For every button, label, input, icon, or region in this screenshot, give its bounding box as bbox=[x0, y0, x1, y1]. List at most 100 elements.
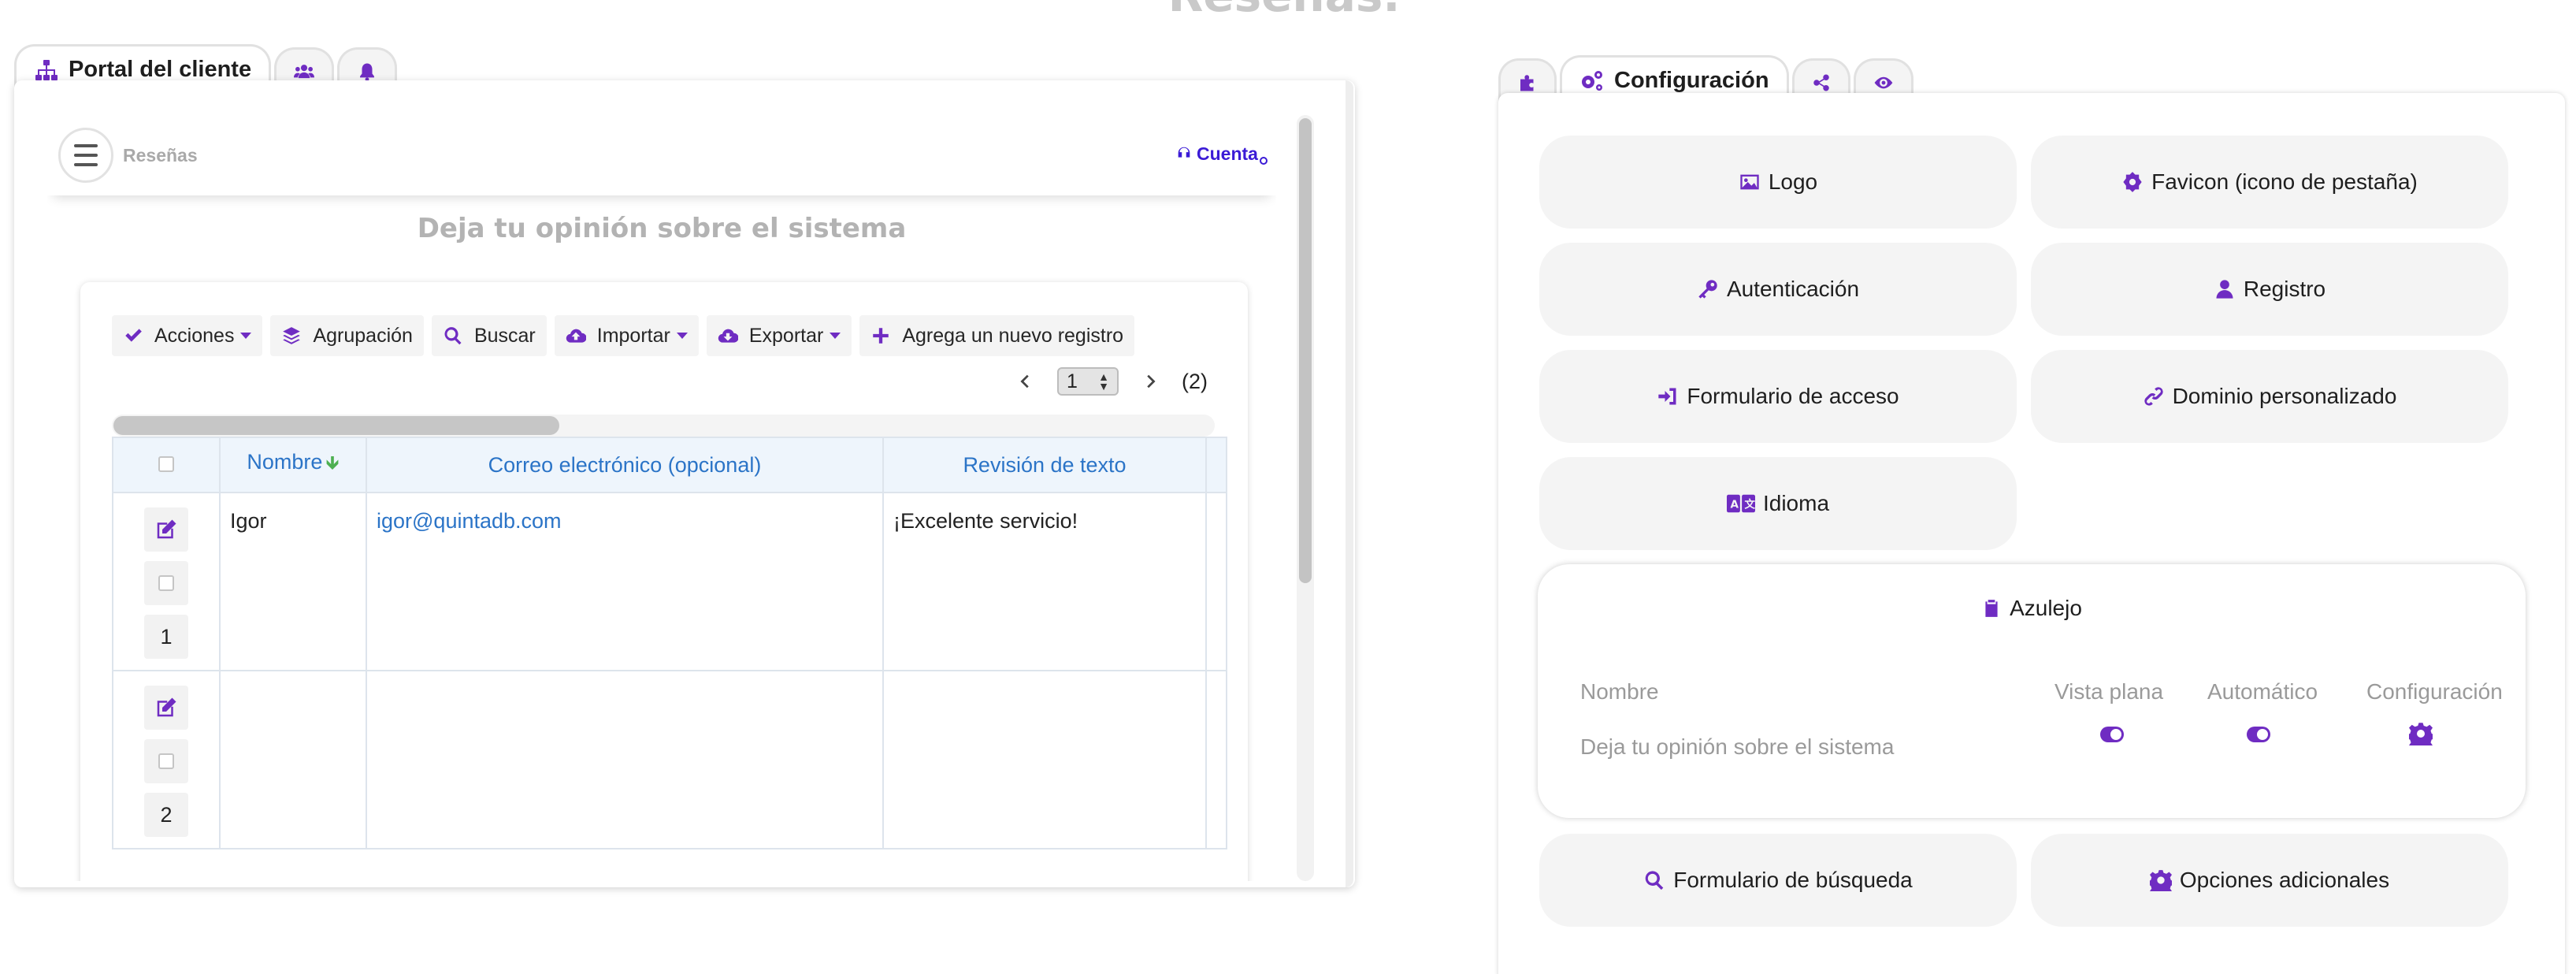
tile-col-name: Nombre bbox=[1580, 679, 1659, 704]
column-review-label: Revisión de texto bbox=[963, 452, 1127, 477]
page-heading: Reseñas. bbox=[969, 0, 1599, 22]
chevron-right-icon bbox=[1147, 374, 1156, 388]
gear-icon bbox=[2407, 723, 2435, 751]
language-button[interactable]: A文 Idioma bbox=[1539, 457, 2017, 550]
cell-email[interactable]: igor@quintadb.com bbox=[366, 492, 884, 671]
cell-email[interactable] bbox=[366, 670, 884, 849]
current-page: 1 bbox=[1067, 370, 1078, 392]
headset-icon bbox=[1178, 147, 1190, 158]
account-link[interactable]: Cuenta bbox=[1175, 143, 1268, 165]
column-email-label: Correo electrónico (opcional) bbox=[488, 452, 762, 477]
custom-domain-button[interactable]: Dominio personalizado bbox=[2031, 350, 2508, 443]
table-header-row: Nombre 🡻 Correo electrónico (opcional) Re… bbox=[112, 437, 1227, 493]
search-button[interactable]: Buscar bbox=[431, 315, 547, 356]
table-row: 2 bbox=[112, 670, 1227, 849]
layers-icon bbox=[283, 327, 301, 344]
import-button[interactable]: Importar bbox=[554, 315, 699, 356]
tile-card: Azulejo Nombre Vista plana Automático Co… bbox=[1538, 564, 2526, 818]
caret-down-icon bbox=[240, 333, 252, 339]
authentication-label: Autenticación bbox=[1726, 277, 1860, 301]
spinner-arrows-icon: ▲ ▼ bbox=[1098, 370, 1109, 392]
search-icon bbox=[1645, 871, 1664, 890]
row-controls: 1 bbox=[112, 492, 221, 671]
column-header-extra bbox=[1205, 437, 1227, 493]
edit-icon bbox=[157, 697, 176, 717]
export-button[interactable]: Exportar bbox=[706, 315, 852, 356]
sort-down-icon: 🡻 bbox=[325, 452, 340, 474]
record-count: (2) bbox=[1182, 369, 1208, 393]
pagination: 1 ▲ ▼ (2) bbox=[1010, 366, 1208, 397]
authentication-button[interactable]: Autenticación bbox=[1539, 243, 2017, 336]
tile-settings-button[interactable] bbox=[2407, 722, 2435, 751]
column-header-review[interactable]: Revisión de texto bbox=[882, 437, 1207, 493]
favicon-button[interactable]: Favicon (icono de pestaña) bbox=[2031, 136, 2508, 229]
preview-vertical-scrollbar[interactable] bbox=[1297, 115, 1314, 881]
row-select-wrapper bbox=[144, 561, 188, 605]
row-controls: 2 bbox=[112, 670, 221, 849]
hamburger-icon bbox=[74, 141, 98, 169]
user-icon bbox=[2216, 280, 2233, 299]
page-select[interactable]: 1 ▲ ▼ bbox=[1057, 367, 1119, 396]
image-icon bbox=[1740, 174, 1759, 190]
registration-label: Registro bbox=[2243, 277, 2326, 301]
tile-col-flat-view: Vista plana bbox=[2054, 679, 2164, 704]
registration-button[interactable]: Registro bbox=[2031, 243, 2508, 336]
cloud-upload-icon bbox=[566, 329, 586, 343]
sitemap-icon bbox=[35, 59, 58, 80]
next-page-button[interactable] bbox=[1134, 366, 1166, 397]
language-icon: A文 bbox=[1726, 494, 1755, 513]
scrollbar-thumb[interactable] bbox=[1299, 118, 1312, 583]
row-number: 2 bbox=[144, 793, 188, 837]
row-checkbox[interactable] bbox=[158, 575, 174, 591]
select-all-header bbox=[112, 437, 221, 493]
caret-down-icon bbox=[676, 333, 688, 339]
login-form-button[interactable]: Formulario de acceso bbox=[1539, 350, 2017, 443]
cell-name[interactable]: Igor bbox=[219, 492, 367, 671]
clipboard-icon bbox=[1985, 600, 1998, 617]
column-header-name[interactable]: Nombre 🡻 bbox=[219, 437, 367, 493]
eye-icon bbox=[1874, 76, 1892, 88]
grouping-label: Agrupación bbox=[313, 324, 413, 347]
flat-view-toggle[interactable] bbox=[2100, 727, 2124, 742]
grid-horizontal-scrollbar[interactable] bbox=[112, 415, 1215, 437]
tile-title: Azulejo bbox=[1538, 596, 2526, 621]
sign-in-icon bbox=[1658, 388, 1676, 405]
select-all-checkbox[interactable] bbox=[158, 455, 174, 472]
tile-row-name: Deja tu opinión sobre el sistema bbox=[1580, 734, 1895, 759]
cloud-download-icon bbox=[718, 329, 738, 343]
puzzle-icon bbox=[1520, 74, 1534, 91]
cell-review[interactable] bbox=[882, 670, 1207, 849]
column-name-label: Nombre bbox=[247, 449, 323, 474]
gear-badge-icon bbox=[2123, 172, 2142, 192]
row-checkbox[interactable] bbox=[158, 753, 174, 769]
prev-page-button[interactable] bbox=[1010, 366, 1041, 397]
cell-review[interactable]: ¡Excelente servicio! bbox=[882, 492, 1207, 671]
edit-record-button[interactable] bbox=[144, 507, 188, 552]
caret-down-icon bbox=[830, 333, 841, 339]
configuration-panel: Logo Favicon (icono de pestaña) Autentic… bbox=[1498, 93, 2565, 974]
actions-label: Acciones bbox=[154, 324, 235, 347]
logo-button[interactable]: Logo bbox=[1539, 136, 2017, 229]
edit-record-button[interactable] bbox=[144, 686, 188, 730]
extra-options-button[interactable]: Opciones adicionales bbox=[2031, 834, 2508, 927]
add-record-button[interactable]: Agrega un nuevo registro bbox=[859, 315, 1135, 356]
hamburger-menu-button[interactable] bbox=[58, 128, 113, 183]
tile-col-automatic: Automático bbox=[2207, 679, 2318, 704]
tab-configuration-label: Configuración bbox=[1614, 68, 1769, 93]
search-label: Buscar bbox=[473, 324, 536, 347]
automatic-toggle[interactable] bbox=[2247, 727, 2270, 742]
cell-name[interactable] bbox=[219, 670, 367, 849]
import-label: Importar bbox=[596, 324, 670, 347]
column-header-email[interactable]: Correo electrónico (opcional) bbox=[366, 437, 884, 493]
plus-icon bbox=[873, 328, 889, 344]
tile-title-label: Azulejo bbox=[2010, 596, 2082, 620]
link-icon bbox=[2144, 387, 2163, 406]
email-link[interactable]: igor@quintadb.com bbox=[377, 509, 562, 533]
search-form-button[interactable]: Formulario de búsqueda bbox=[1539, 834, 2017, 927]
grouping-button[interactable]: Agrupación bbox=[270, 315, 424, 356]
actions-button[interactable]: Acciones bbox=[112, 315, 263, 356]
h-scrollbar-thumb[interactable] bbox=[113, 416, 559, 435]
row-select-wrapper bbox=[144, 739, 188, 783]
cell-extra bbox=[1205, 670, 1227, 849]
account-label: Cuenta bbox=[1197, 143, 1258, 164]
